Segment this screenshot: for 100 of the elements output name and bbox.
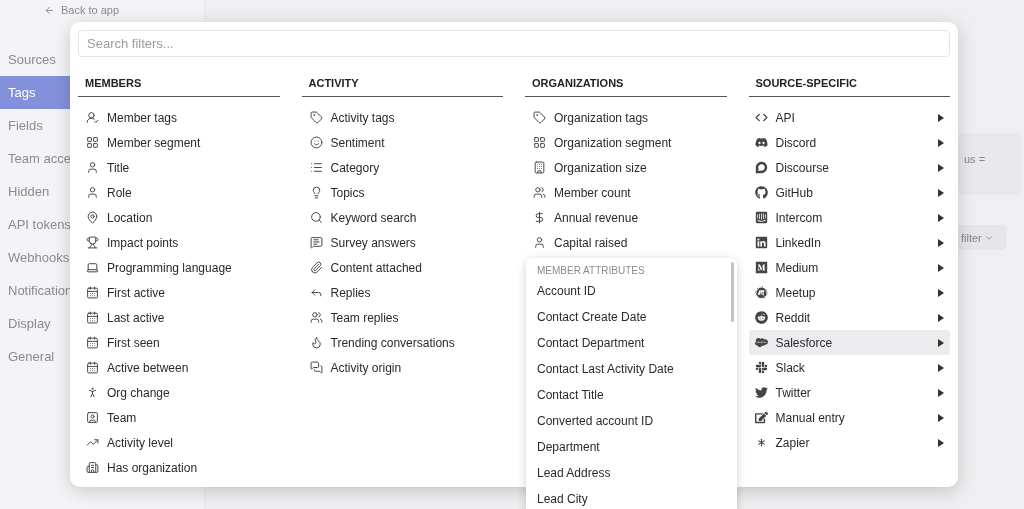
column-heading: MEMBERS [78, 57, 280, 97]
caret-icon [938, 288, 944, 297]
submenu-item[interactable]: Department [537, 434, 737, 460]
caret-icon [938, 113, 944, 122]
submenu-item[interactable]: Converted account ID [537, 408, 737, 434]
messages-icon [309, 361, 323, 374]
column-heading: ACTIVITY [301, 57, 503, 97]
filter-option[interactable]: Content attached [301, 255, 503, 280]
source-option[interactable]: Zapier [748, 430, 950, 455]
source-option[interactable]: Manual entry [748, 405, 950, 430]
source-option[interactable]: API [748, 105, 950, 130]
source-option[interactable]: Slack [748, 355, 950, 380]
source-option[interactable]: Salesforce [748, 330, 950, 355]
filter-option[interactable]: Team [78, 405, 280, 430]
github-icon [754, 186, 768, 199]
filter-option[interactable]: Sentiment [301, 130, 503, 155]
submenu-item[interactable]: Lead Address [537, 460, 737, 486]
laptop-icon [86, 261, 99, 274]
filter-option[interactable]: Survey answers [301, 230, 503, 255]
filter-option[interactable]: Topics [301, 180, 503, 205]
arrow-left-icon [44, 4, 55, 16]
submenu-item[interactable]: Account ID [537, 278, 737, 304]
filter-option[interactable]: Trending conversations [301, 330, 503, 355]
filter-option[interactable]: Organization tags [525, 105, 727, 130]
filter-option[interactable]: Impact points [78, 230, 280, 255]
caret-icon [938, 213, 944, 222]
twitter-icon [754, 386, 768, 399]
calendar-icon [86, 311, 99, 324]
salesforce-icon [754, 336, 768, 349]
column-heading: ORGANIZATIONS [525, 57, 727, 97]
filter-option[interactable]: Has organization [78, 455, 280, 480]
filter-option[interactable]: Role [78, 180, 280, 205]
caret-icon [938, 438, 944, 447]
filter-option[interactable]: Programming language [78, 255, 280, 280]
intercom-icon [754, 211, 768, 224]
submenu-item[interactable]: Contact Title [537, 382, 737, 408]
filter-option[interactable]: Activity tags [301, 105, 503, 130]
search-icon [309, 211, 323, 224]
submenu-item[interactable]: Lead City [537, 486, 737, 509]
caret-icon [938, 313, 944, 322]
meetup-icon [754, 286, 768, 299]
building-icon [86, 461, 99, 474]
filter-option[interactable]: First seen [78, 330, 280, 355]
source-option[interactable]: Twitter [748, 380, 950, 405]
dollar-icon [533, 211, 546, 224]
caret-icon [938, 263, 944, 272]
source-option[interactable]: LinkedIn [748, 230, 950, 255]
medium-icon [754, 261, 768, 274]
flame-icon [309, 336, 323, 349]
source-option[interactable]: Intercom [748, 205, 950, 230]
filter-option[interactable]: Active between [78, 355, 280, 380]
source-option[interactable]: Meetup [748, 280, 950, 305]
caret-icon [938, 388, 944, 397]
filter-option[interactable]: First active [78, 280, 280, 305]
discord-icon [754, 136, 768, 149]
card-text: us = [964, 153, 986, 165]
code-icon [754, 111, 768, 124]
source-option[interactable]: Medium [748, 255, 950, 280]
filter-option[interactable]: Last active [78, 305, 280, 330]
line-chart-icon [86, 436, 99, 449]
filter-option[interactable]: Activity origin [301, 355, 503, 380]
source-option[interactable]: Discourse [748, 155, 950, 180]
filter-option[interactable]: Activity level [78, 430, 280, 455]
linkedin-icon [754, 236, 768, 249]
filter-option[interactable]: Organization segment [525, 130, 727, 155]
source-option[interactable]: GitHub [748, 180, 950, 205]
filter-option[interactable]: Annual revenue [525, 205, 727, 230]
filter-option[interactable]: Replies [301, 280, 503, 305]
filter-option[interactable]: Organization size [525, 155, 727, 180]
caret-icon [938, 413, 944, 422]
user-icon [86, 111, 99, 124]
scrollbar-thumb[interactable] [731, 262, 734, 322]
filter-option[interactable]: Category [301, 155, 503, 180]
caret-icon [938, 188, 944, 197]
user-icon [533, 236, 546, 249]
search-field[interactable]: Search filters... [78, 30, 950, 57]
smile-icon [309, 136, 323, 149]
column-heading: SOURCE-SPECIFIC [748, 57, 950, 97]
filter-option[interactable]: Team replies [301, 305, 503, 330]
discourse-icon [754, 161, 768, 174]
filter-option[interactable]: Member count [525, 180, 727, 205]
filter-option[interactable]: Member segment [78, 130, 280, 155]
trophy-icon [86, 236, 99, 249]
filter-option[interactable]: Member tags [78, 105, 280, 130]
source-option[interactable]: Discord [748, 130, 950, 155]
filter-option[interactable]: Keyword search [301, 205, 503, 230]
submenu-item[interactable]: Contact Department [537, 330, 737, 356]
submenu-item[interactable]: Contact Last Activity Date [537, 356, 737, 382]
person-icon [86, 386, 99, 399]
filter-option[interactable]: Location [78, 205, 280, 230]
building-icon [533, 161, 546, 174]
filter-option[interactable]: Title [78, 155, 280, 180]
filter-option[interactable]: Capital raised [525, 230, 727, 255]
filter-option[interactable]: Org change [78, 380, 280, 405]
reddit-icon [754, 311, 768, 324]
submenu-item[interactable]: Contact Create Date [537, 304, 737, 330]
source-option[interactable]: Reddit [748, 305, 950, 330]
calendar-icon [86, 286, 99, 299]
list-icon [309, 161, 323, 174]
tag-icon [533, 111, 546, 124]
